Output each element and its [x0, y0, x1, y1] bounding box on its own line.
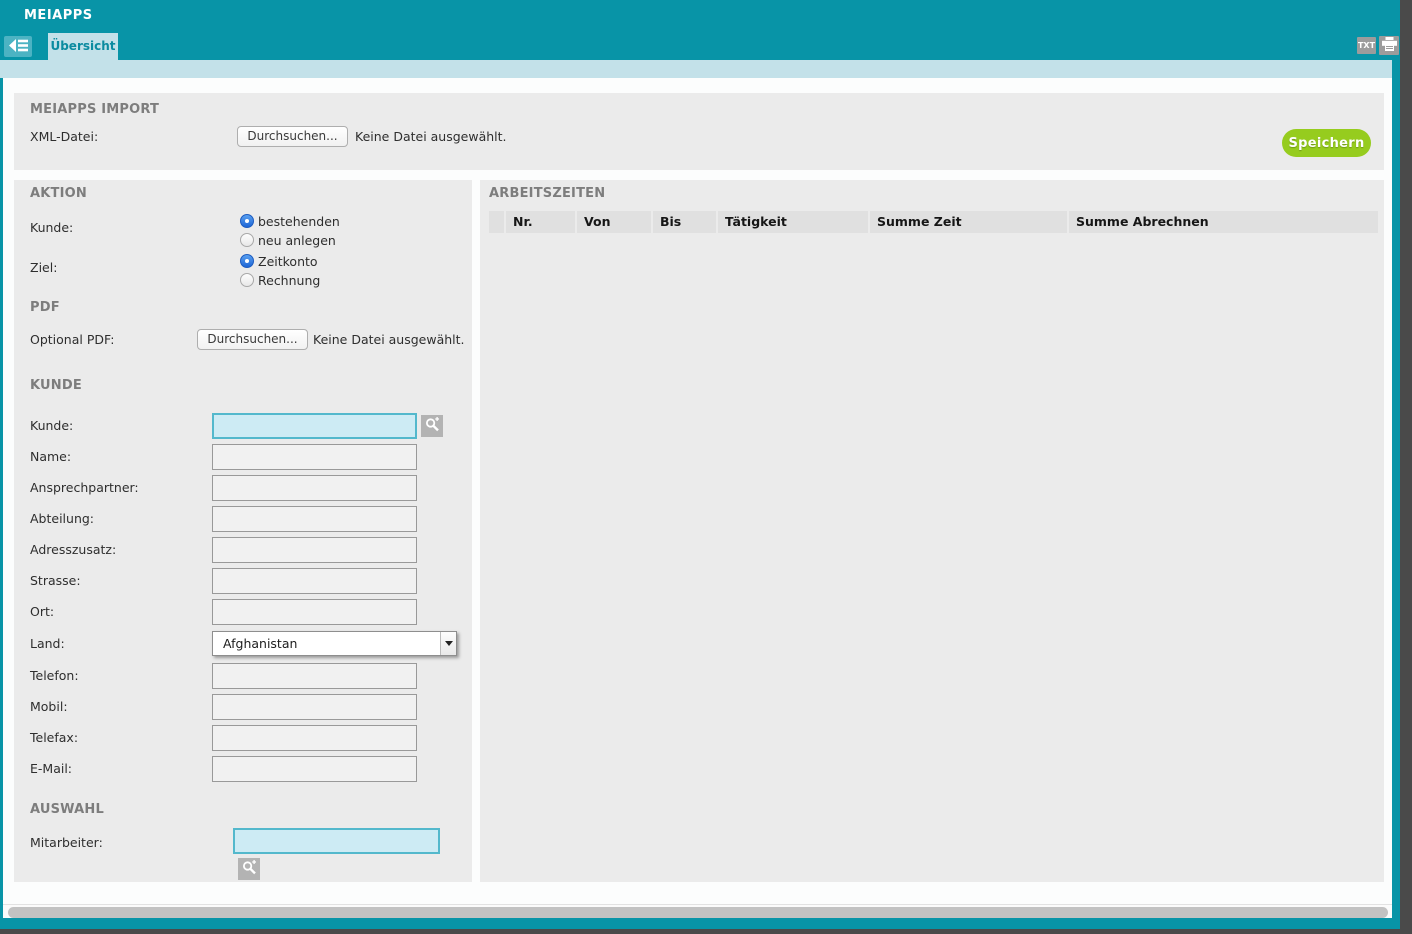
- kunde-section-title: KUNDE: [30, 378, 82, 393]
- strasse-input[interactable]: [212, 568, 417, 594]
- mobil-input[interactable]: [212, 694, 417, 720]
- mitarbeiter-label: Mitarbeiter:: [30, 835, 103, 850]
- column-header-nr: Nr.: [506, 211, 575, 233]
- print-button[interactable]: [1379, 36, 1399, 55]
- email-label: E-Mail:: [30, 761, 73, 776]
- arbeitszeiten-panel: ARBEITSZEITEN Nr. Von Bis Tätigkeit Summ…: [480, 180, 1384, 882]
- mitarbeiter-search-button[interactable]: [238, 858, 260, 880]
- kunde-label: Kunde:: [30, 418, 74, 433]
- import-section-title: MEIAPPS IMPORT: [30, 102, 160, 117]
- radio-row-zeitkonto: Zeitkonto: [240, 253, 318, 269]
- ort-label: Ort:: [30, 604, 55, 619]
- left-form-panel: AKTION Kunde: bestehenden neu anlegen Zi…: [14, 180, 472, 882]
- column-header-select: [489, 211, 504, 233]
- column-header-summe-abrechnen: Summe Abrechnen: [1069, 211, 1378, 233]
- app-title: MEIAPPS: [24, 8, 93, 23]
- aktion-ziel-label: Ziel:: [30, 260, 58, 275]
- radio-bestehenden-label: bestehenden: [258, 213, 340, 229]
- search-plus-icon: [425, 416, 440, 436]
- telefon-label: Telefon:: [30, 668, 79, 683]
- txt-export-button[interactable]: TXT: [1357, 37, 1376, 54]
- telefax-input[interactable]: [212, 725, 417, 751]
- radio-rechnung-label: Rechnung: [258, 272, 321, 288]
- pdf-section-title: PDF: [30, 300, 60, 315]
- arbeitszeiten-section-title: ARBEITSZEITEN: [489, 186, 606, 201]
- xml-no-file-text: Keine Datei ausgewählt.: [355, 129, 507, 144]
- aktion-kunde-label: Kunde:: [30, 220, 74, 235]
- radio-zeitkonto-label: Zeitkonto: [258, 253, 318, 269]
- pdf-browse-button[interactable]: Durchsuchen...: [197, 329, 308, 350]
- column-header-bis: Bis: [653, 211, 716, 233]
- radio-row-bestehenden: bestehenden: [240, 213, 340, 229]
- mitarbeiter-input[interactable]: [233, 828, 440, 854]
- radio-row-neu-anlegen: neu anlegen: [240, 232, 336, 248]
- kunde-search-button[interactable]: [421, 415, 443, 437]
- aktion-section-title: AKTION: [30, 186, 87, 201]
- main-content: MEIAPPS IMPORT XML-Datei: Durchsuchen...…: [3, 78, 1392, 918]
- land-select[interactable]: Afghanistan: [212, 631, 457, 656]
- name-input[interactable]: [212, 444, 417, 470]
- radio-neu-anlegen-label: neu anlegen: [258, 232, 336, 248]
- auswahl-section-title: AUSWAHL: [30, 802, 104, 817]
- horizontal-scrollbar-track: [3, 904, 1392, 918]
- ort-input[interactable]: [212, 599, 417, 625]
- radio-row-rechnung: Rechnung: [240, 272, 320, 288]
- back-list-icon: [8, 37, 28, 56]
- column-header-taetigkeit: Tätigkeit: [718, 211, 868, 233]
- radio-rechnung[interactable]: [240, 273, 254, 287]
- telefon-input[interactable]: [212, 663, 417, 689]
- ansprechpartner-input[interactable]: [212, 475, 417, 501]
- tab-uebersicht[interactable]: Übersicht: [48, 33, 118, 60]
- strasse-label: Strasse:: [30, 573, 81, 588]
- xml-file-label: XML-Datei:: [30, 129, 99, 144]
- arbeitszeiten-table-header: Nr. Von Bis Tätigkeit Summe Zeit Summe A…: [489, 211, 1378, 233]
- name-label: Name:: [30, 449, 72, 464]
- land-select-value: Afghanistan: [223, 636, 298, 651]
- import-panel: MEIAPPS IMPORT XML-Datei: Durchsuchen...…: [14, 93, 1384, 170]
- save-button[interactable]: Speichern: [1282, 129, 1371, 157]
- ansprechpartner-label: Ansprechpartner:: [30, 480, 139, 495]
- radio-zeitkonto[interactable]: [240, 254, 254, 268]
- abteilung-label: Abteilung:: [30, 511, 95, 526]
- xml-browse-button[interactable]: Durchsuchen...: [237, 126, 348, 147]
- collapse-menu-button[interactable]: [4, 36, 32, 57]
- column-header-von: Von: [577, 211, 651, 233]
- search-plus-icon: [242, 859, 257, 879]
- pdf-no-file-text: Keine Datei ausgewählt.: [313, 332, 465, 347]
- mobil-label: Mobil:: [30, 699, 68, 714]
- column-header-summe-zeit: Summe Zeit: [870, 211, 1067, 233]
- optional-pdf-label: Optional PDF:: [30, 332, 115, 347]
- tab-content-strip: [0, 60, 1392, 78]
- radio-neu-anlegen[interactable]: [240, 233, 254, 247]
- adresszusatz-label: Adresszusatz:: [30, 542, 117, 557]
- telefax-label: Telefax:: [30, 730, 79, 745]
- kunde-input[interactable]: [212, 413, 417, 439]
- abteilung-input[interactable]: [212, 506, 417, 532]
- horizontal-scrollbar-thumb[interactable]: [8, 907, 1388, 918]
- email-input[interactable]: [212, 756, 417, 782]
- radio-bestehenden[interactable]: [240, 214, 254, 228]
- app-window: MEIAPPS Übersicht TXT MEIAPPS IMPORT XML…: [0, 0, 1400, 929]
- land-label: Land:: [30, 636, 65, 651]
- printer-icon: [1381, 36, 1397, 55]
- chevron-down-icon: [440, 632, 456, 655]
- adresszusatz-input[interactable]: [212, 537, 417, 563]
